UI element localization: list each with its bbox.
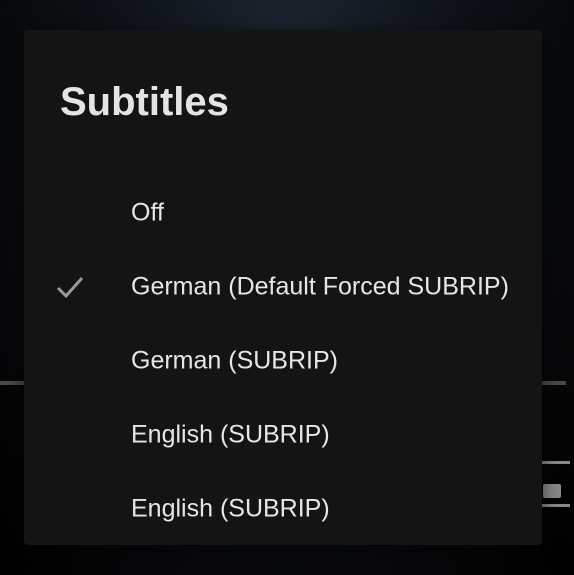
- option-label: German (Default Forced SUBRIP): [131, 272, 509, 301]
- subtitle-option-english-1[interactable]: English (SUBRIP): [24, 398, 542, 472]
- option-label: English (SUBRIP): [131, 420, 330, 449]
- option-label: English (SUBRIP): [131, 494, 330, 523]
- dialog-title: Subtitles: [60, 80, 229, 124]
- subtitle-option-off[interactable]: Off: [24, 176, 542, 250]
- subtitle-options-list: Off German (Default Forced SUBRIP) Germa…: [24, 176, 542, 546]
- checkmark-icon: [56, 277, 84, 299]
- option-label: Off: [131, 198, 164, 227]
- subtitle-option-german[interactable]: German (SUBRIP): [24, 324, 542, 398]
- subtitle-option-german-default-forced[interactable]: German (Default Forced SUBRIP): [24, 250, 542, 324]
- subtitle-option-english-2[interactable]: English (SUBRIP): [24, 472, 542, 546]
- subtitles-dialog: Subtitles Off German (Default Forced SUB…: [24, 30, 542, 545]
- option-label: German (SUBRIP): [131, 346, 338, 375]
